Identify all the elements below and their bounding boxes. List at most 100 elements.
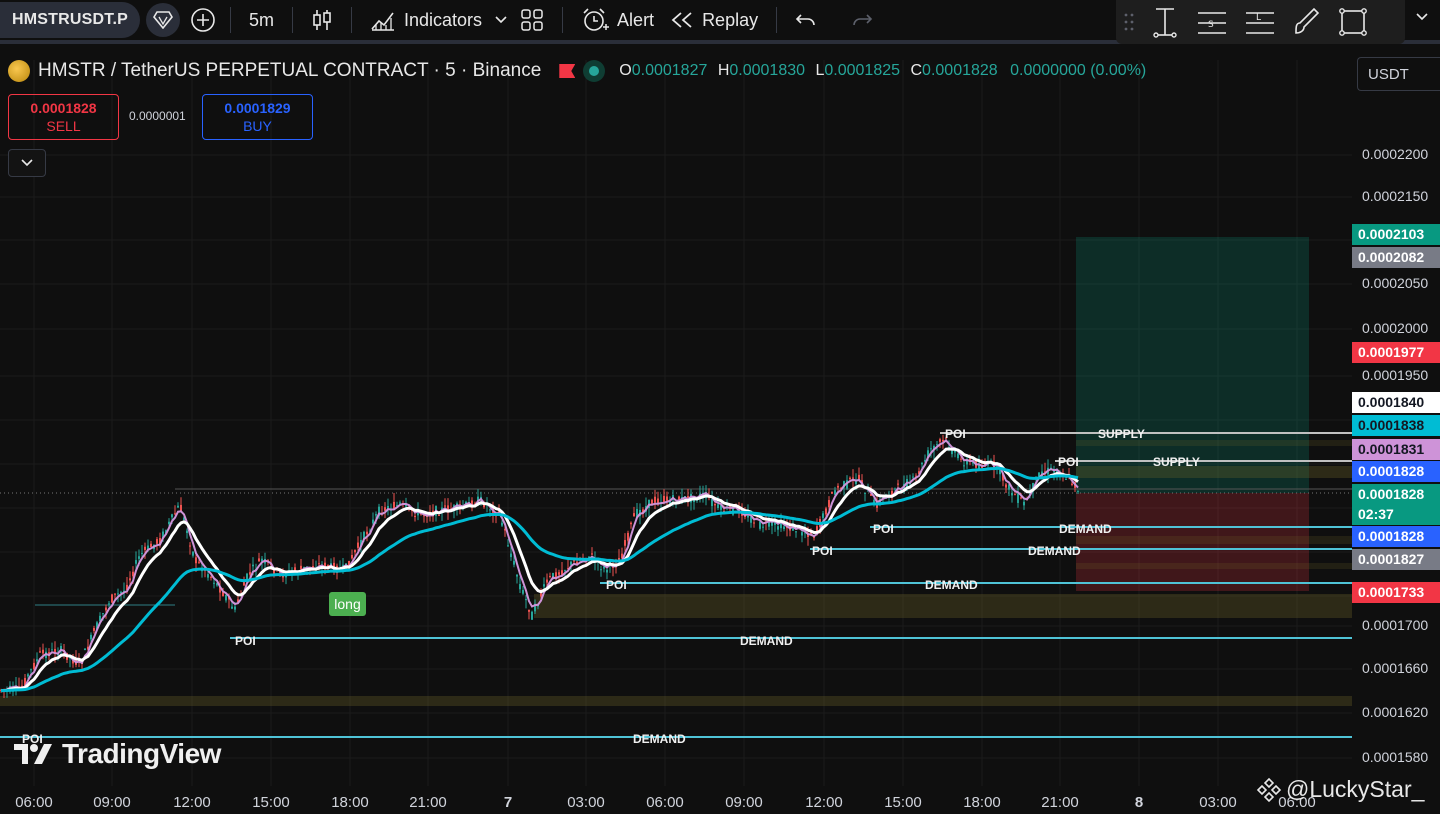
candle: [210, 576, 212, 578]
candle: [117, 593, 119, 595]
candle: [489, 509, 491, 511]
time-tick: 8: [1134, 794, 1144, 811]
interval-label: 5m: [248, 9, 274, 30]
brush-tool-icon[interactable]: [1292, 7, 1322, 37]
candle: [150, 543, 152, 548]
alert-button[interactable]: Alert: [573, 3, 662, 37]
candle: [1053, 471, 1055, 473]
symbol-title: HMSTR / TetherUS PERPETUAL CONTRACT · 5 …: [38, 60, 542, 81]
candle: [783, 526, 785, 529]
poi-zone-tag: POI: [1058, 455, 1079, 469]
drag-handle-icon[interactable]: [1124, 12, 1134, 32]
candle: [39, 651, 41, 653]
candle: [528, 609, 530, 612]
candle: [138, 556, 140, 559]
vertical-line-tool-icon[interactable]: [1150, 6, 1180, 38]
candle: [225, 594, 227, 601]
chevron-down-icon[interactable]: [1415, 12, 1429, 22]
add-symbol-icon[interactable]: [186, 3, 220, 37]
candle: [930, 448, 932, 450]
interval-button[interactable]: 5m: [241, 3, 282, 37]
candle: [195, 557, 197, 564]
candle: [246, 573, 248, 579]
supply-zone-tag: SUPPLY: [1153, 455, 1200, 469]
chevron-down-icon: [21, 159, 33, 167]
toolbar-divider: [229, 7, 231, 33]
candle: [762, 526, 764, 528]
time-tick: 15:00: [252, 794, 290, 811]
buy-button[interactable]: 0.0001829 BUY: [202, 94, 313, 140]
candle: [192, 551, 194, 556]
indicators-dropdown[interactable]: [490, 3, 512, 37]
redo-button[interactable]: [843, 3, 881, 37]
candle: [318, 563, 320, 565]
price-chart[interactable]: [0, 48, 1352, 786]
poi-zone-tag: POI: [235, 634, 256, 648]
market-status-icon[interactable]: [583, 60, 606, 82]
candle: [624, 540, 626, 546]
candle: [1071, 483, 1073, 485]
price-tick: 0.0002150: [1362, 188, 1429, 204]
candle: [1017, 493, 1019, 503]
high-value: 0.0001830: [729, 62, 806, 79]
candle: [156, 539, 158, 544]
candle: [129, 578, 131, 581]
diamond-icon[interactable]: [145, 3, 180, 37]
time-tick: 06:00: [15, 794, 53, 811]
undo-icon: [795, 14, 815, 26]
chevron-down-icon: [495, 16, 507, 24]
candle: [831, 491, 833, 494]
candle: [825, 508, 827, 515]
candle: [951, 450, 953, 455]
candle: [372, 519, 374, 524]
long-position-tool-icon[interactable]: L: [1244, 7, 1276, 37]
open-label: O: [619, 62, 632, 79]
candle: [717, 504, 719, 509]
buy-price: 0.0001829: [224, 100, 291, 116]
layouts-button[interactable]: [512, 3, 552, 37]
time-tick: 12:00: [805, 794, 843, 811]
candle: [513, 560, 515, 565]
replay-button[interactable]: Replay: [662, 3, 766, 37]
spread-value: 0.0000001: [129, 109, 186, 123]
poi-zone-tag: POI: [606, 578, 627, 592]
symbol-search-button[interactable]: HMSTRUSDT.P: [0, 2, 140, 38]
buy-label: BUY: [243, 118, 272, 134]
candle: [921, 462, 923, 465]
demand-zone: [0, 696, 1352, 706]
short-position-tool-icon[interactable]: S: [1196, 7, 1228, 37]
candle: [531, 611, 533, 620]
sell-button[interactable]: 0.0001828 SELL: [8, 94, 119, 140]
candle: [258, 558, 260, 562]
chart-type-button[interactable]: [303, 3, 341, 37]
candle: [366, 531, 368, 535]
poi-zone-tag: POI: [873, 522, 894, 536]
close-value: 0.0001828: [922, 62, 998, 79]
candle: [1023, 501, 1025, 506]
candle: [912, 476, 914, 478]
candle: [90, 634, 92, 640]
candle: [51, 649, 53, 651]
candle: [837, 485, 839, 488]
undo-button[interactable]: [787, 3, 825, 37]
supply-zone-tag: SUPPLY: [1098, 427, 1145, 441]
flag-icon[interactable]: [559, 64, 576, 78]
candle: [960, 458, 962, 460]
open-value: 0.0001827: [631, 62, 708, 79]
demand-zone: [1076, 563, 1352, 569]
sell-price: 0.0001828: [30, 100, 97, 116]
currency-select[interactable]: USDT: [1357, 57, 1440, 91]
coin-logo-icon: [8, 60, 30, 82]
change-value: 0.0000000 (0.00%): [1010, 62, 1147, 79]
candle: [666, 496, 668, 501]
watermark-text: TradingView: [62, 738, 221, 769]
time-tick: 18:00: [331, 794, 369, 811]
rectangle-tool-icon[interactable]: [1338, 7, 1368, 37]
collapse-legend-button[interactable]: [8, 149, 46, 177]
sell-label: SELL: [46, 118, 81, 134]
indicators-button[interactable]: Indicators: [362, 3, 490, 37]
candle: [141, 552, 143, 554]
candle: [525, 599, 527, 601]
candle: [249, 572, 251, 575]
candle: [519, 584, 521, 590]
